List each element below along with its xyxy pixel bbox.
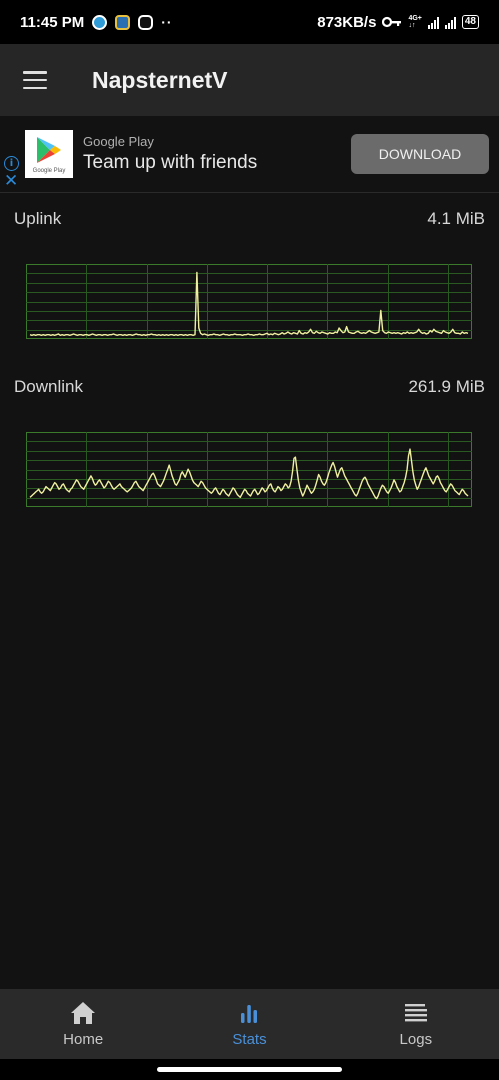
- ad-banner[interactable]: i ✕ Google Play Google Play Team up with…: [0, 116, 499, 193]
- battery-level: 48: [464, 16, 476, 27]
- uplink-graph: [26, 264, 472, 339]
- google-play-logo: Google Play: [25, 130, 73, 178]
- list-icon: [404, 1004, 427, 1022]
- key-icon: [382, 16, 402, 28]
- google-play-icon: [37, 137, 61, 163]
- ad-close-icon[interactable]: ✕: [4, 173, 18, 190]
- status-time: 11:45 PM: [20, 13, 85, 31]
- battery-icon: 48: [461, 15, 479, 29]
- nav-home[interactable]: Home: [0, 989, 166, 1059]
- uplink-series-line: [29, 271, 469, 336]
- app-bar: NapsternetV: [0, 44, 499, 116]
- status-bar: 11:45 PM ·· 873KB/s 4G+ ↓↑ 48: [0, 0, 499, 44]
- bar-chart-icon: [241, 1005, 258, 1023]
- signal-icon: [444, 16, 456, 29]
- nav-home-label: Home: [63, 1031, 104, 1048]
- home-icon: [71, 1002, 96, 1024]
- downlink-value: 261.9 MiB: [408, 377, 485, 396]
- ad-headline: Team up with friends: [83, 152, 258, 173]
- uplink-graph-frame: [26, 264, 472, 339]
- nav-logs-label: Logs: [399, 1031, 433, 1048]
- uplink-graph-svg: [26, 264, 472, 339]
- uplink-label: Uplink: [14, 209, 62, 228]
- ad-source: Google Play: [83, 134, 154, 149]
- downlink-series-line: [29, 448, 469, 500]
- network-type-label: 4G+: [408, 15, 422, 22]
- ad-info-icon[interactable]: i: [4, 156, 19, 171]
- network-speed: 873KB/s: [317, 13, 377, 31]
- nv-notification-icon: [138, 14, 154, 30]
- hamburger-menu-icon[interactable]: [23, 71, 47, 89]
- network-type-icon: 4G+ ↓↑: [408, 15, 422, 29]
- uplink-value: 4.1 MiB: [427, 209, 485, 228]
- downlink-label: Downlink: [14, 377, 83, 396]
- google-play-logo-text: Google Play: [32, 168, 66, 174]
- more-notifications-icon: ··: [161, 14, 173, 30]
- system-navigation-bar: [0, 1059, 499, 1080]
- downlink-graph: [26, 432, 472, 507]
- downlink-graph-svg: [26, 432, 472, 507]
- page-title: NapsternetV: [92, 66, 228, 93]
- app-notification-icon: [115, 14, 131, 30]
- nav-stats-label: Stats: [232, 1031, 267, 1048]
- signal-icon: [427, 16, 439, 29]
- bottom-navigation: Home Stats Logs: [0, 989, 499, 1059]
- app-notification-icon: [92, 14, 108, 30]
- nav-logs[interactable]: Logs: [333, 989, 499, 1059]
- home-indicator[interactable]: [157, 1067, 342, 1072]
- download-button[interactable]: DOWNLOAD: [351, 134, 489, 174]
- nav-stats[interactable]: Stats: [166, 989, 332, 1059]
